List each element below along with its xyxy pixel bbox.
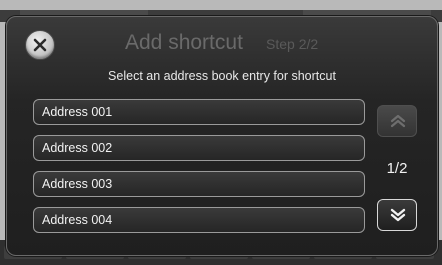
close-button[interactable] [25, 30, 55, 60]
add-shortcut-dialog: Add shortcut Step 2/2 Select an address … [6, 16, 438, 256]
screen: Add shortcut Step 2/2 Select an address … [0, 0, 442, 265]
chevron-double-up-icon [390, 114, 406, 128]
dialog-title: Add shortcut [125, 31, 243, 54]
close-icon [33, 38, 47, 52]
page-indicator: 1/2 [386, 160, 408, 177]
list-item-address-002[interactable]: Address 002 [33, 135, 365, 161]
instruction-text: Select an address book entry for shortcu… [108, 69, 336, 83]
list-item-address-004[interactable]: Address 004 [33, 207, 365, 233]
scroll-down-button[interactable] [377, 199, 417, 231]
scroll-up-button[interactable] [377, 105, 417, 137]
chevron-double-down-icon [390, 208, 406, 222]
list-item-address-003[interactable]: Address 003 [33, 171, 365, 197]
list-item-address-001[interactable]: Address 001 [33, 99, 365, 125]
step-indicator: Step 2/2 [266, 36, 319, 52]
